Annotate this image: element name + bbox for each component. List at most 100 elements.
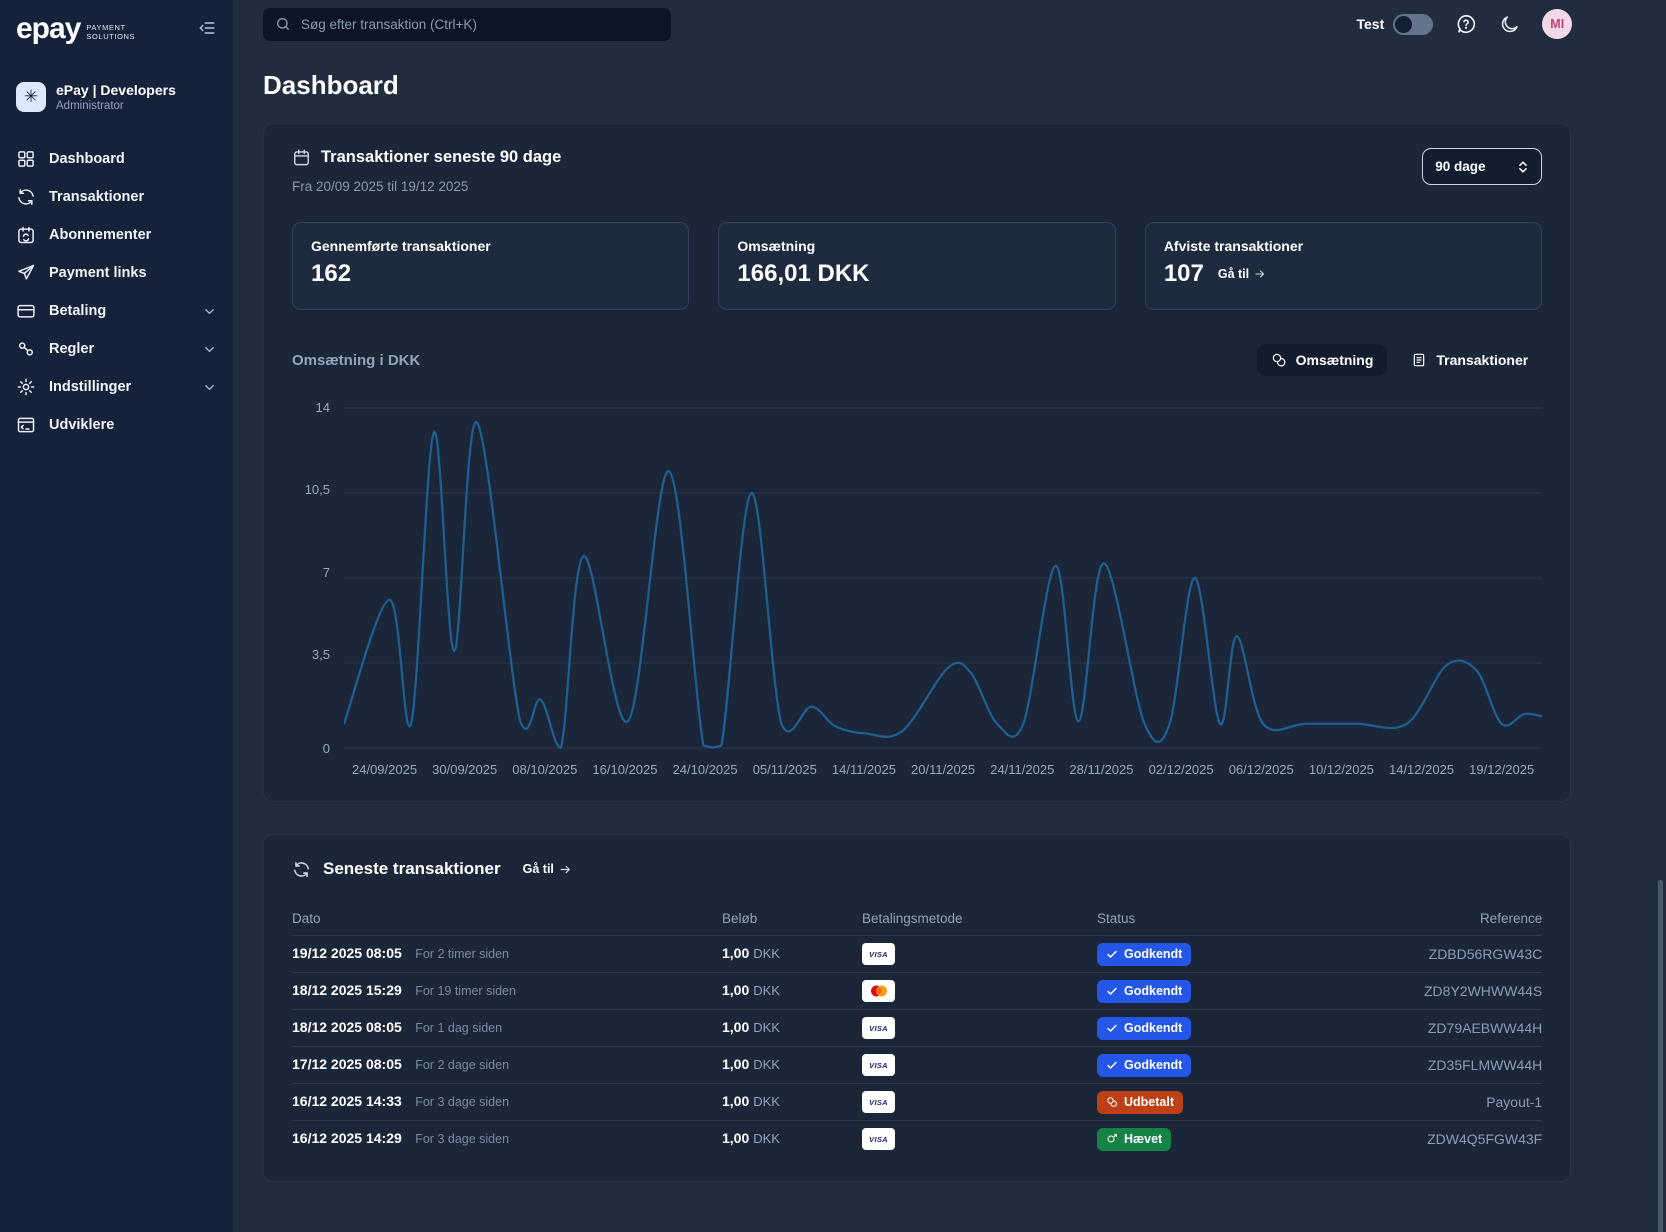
coins-icon — [1271, 352, 1287, 368]
column-header: Betalingsmetode — [862, 911, 1097, 926]
y-tick-label: 7 — [323, 565, 330, 580]
sidebar-item-regler[interactable]: Regler — [16, 330, 217, 368]
x-tick-label: 14/12/2025 — [1389, 762, 1454, 777]
chart-label: Omsætning i DKK — [292, 352, 420, 369]
stat-card-value: 107 — [1164, 260, 1204, 288]
page-title: Dashboard — [263, 70, 1571, 101]
table-row[interactable]: 17/12 2025 08:05 For 2 dage siden 1,00DK… — [292, 1046, 1542, 1083]
dark-mode-moon-icon[interactable] — [1499, 14, 1520, 35]
visa-icon: VISA — [862, 1017, 895, 1039]
tx-reference: ZD8Y2WHWW44S — [1424, 983, 1542, 999]
sidebar-item-label: Dashboard — [49, 151, 125, 167]
range-select[interactable]: 90 dage — [1422, 148, 1542, 185]
sidebar-item-label: Abonnementer — [49, 227, 151, 243]
goto-transactions-link[interactable]: Gå til — [523, 862, 572, 876]
x-tick-label: 24/09/2025 — [352, 762, 417, 777]
check-icon — [1106, 1022, 1118, 1034]
tx-reference: ZD79AEBWW44H — [1424, 1020, 1542, 1036]
tx-amount: 1,00 — [722, 945, 749, 961]
search-input[interactable]: Søg efter transaktion (Ctrl+K) — [263, 8, 671, 41]
sidebar-item-payment-links[interactable]: Payment links — [16, 254, 217, 292]
y-tick-label: 0 — [323, 741, 330, 756]
stat-cards: Gennemførte transaktioner 162 Omsætning … — [292, 222, 1542, 310]
revenue-chart: 1410,573,50 24/09/202530/09/202508/10/20… — [292, 406, 1542, 777]
test-mode-label: Test — [1356, 16, 1384, 32]
org-avatar-icon: ✳ — [16, 82, 46, 112]
recent-transactions-title: Seneste transaktioner — [323, 859, 501, 879]
status-badge: Godkendt — [1097, 1054, 1191, 1077]
chevron-down-icon — [202, 304, 217, 319]
tx-relative-time: For 2 dage siden — [415, 1058, 509, 1072]
sidebar-collapse-icon[interactable] — [197, 18, 217, 41]
status-badge: Godkendt — [1097, 1017, 1191, 1040]
org-switcher[interactable]: ✳ ePay | Developers Administrator — [16, 82, 217, 112]
main-area: Søg efter transaktion (Ctrl+K) Test MI D… — [233, 0, 1666, 1232]
goto-rejected-link[interactable]: Gå til — [1218, 267, 1266, 281]
sidebar-item-dashboard[interactable]: Dashboard — [16, 140, 217, 178]
sidebar-item-indstillinger[interactable]: Indstillinger — [16, 368, 217, 406]
arrow-right-icon — [559, 863, 572, 876]
developers-icon — [16, 415, 36, 435]
column-header: Dato — [292, 911, 722, 926]
search-placeholder: Søg efter transaktion (Ctrl+K) — [301, 17, 477, 32]
tx-currency: DKK — [753, 1094, 780, 1109]
tx-amount: 1,00 — [722, 1056, 749, 1072]
y-tick-label: 3,5 — [312, 647, 330, 662]
epay-logo: epay PAYMENT SOLUTIONS — [16, 14, 135, 44]
transactions-icon — [16, 187, 36, 207]
sidebar-item-betaling[interactable]: Betaling — [16, 292, 217, 330]
tx-amount: 1,00 — [722, 1130, 749, 1146]
x-tick-label: 10/12/2025 — [1309, 762, 1374, 777]
content: Dashboard Transaktioner seneste 90 dage … — [233, 48, 1666, 1182]
user-avatar[interactable]: MI — [1542, 9, 1572, 39]
status-badge: Godkendt — [1097, 980, 1191, 1003]
tx-reference: Payout-1 — [1424, 1094, 1542, 1110]
column-header: Reference — [1424, 911, 1542, 926]
status-badge: Hævet — [1097, 1128, 1171, 1151]
tx-amount: 1,00 — [722, 1019, 749, 1035]
chart-mode-toggle: Omsætning Transaktioner — [1257, 344, 1543, 376]
org-role: Administrator — [56, 100, 176, 112]
table-row[interactable]: 18/12 2025 15:29 For 19 timer siden 1,00… — [292, 972, 1542, 1009]
check-icon — [1106, 1059, 1118, 1071]
status-badge: Godkendt — [1097, 943, 1191, 966]
sidebar-item-transaktioner[interactable]: Transaktioner — [16, 178, 217, 216]
logo-tagline: PAYMENT SOLUTIONS — [86, 23, 135, 42]
tx-relative-time: For 19 timer siden — [415, 984, 516, 998]
stat-card-label: Afviste transaktioner — [1164, 238, 1523, 254]
table-row[interactable]: 16/12 2025 14:33 For 3 dage siden 1,00DK… — [292, 1083, 1542, 1120]
chart-toggle-omsætning[interactable]: Omsætning — [1257, 344, 1388, 376]
chart-toggle-transaktioner[interactable]: Transaktioner — [1397, 344, 1542, 376]
tx-date: 17/12 2025 08:05 — [292, 1056, 402, 1072]
test-mode-toggle[interactable] — [1393, 14, 1433, 35]
table-row[interactable]: 19/12 2025 08:05 For 2 timer siden 1,00D… — [292, 935, 1542, 972]
tx-relative-time: For 3 dage siden — [415, 1095, 509, 1109]
table-row[interactable]: 18/12 2025 08:05 For 1 dag siden 1,00DKK… — [292, 1009, 1542, 1046]
mastercard-icon — [862, 980, 895, 1002]
stat-card-label: Gennemførte transaktioner — [311, 238, 670, 254]
tx-reference: ZD35FLMWW44H — [1424, 1057, 1542, 1073]
topbar: Søg efter transaktion (Ctrl+K) Test MI — [233, 0, 1666, 48]
stat-card: Afviste transaktioner 107 Gå til — [1145, 222, 1542, 310]
payment-card-icon — [16, 301, 36, 321]
page-scrollbar[interactable] — [1658, 880, 1663, 1232]
dashboard-icon — [16, 149, 36, 169]
stat-card: Gennemførte transaktioner 162 — [292, 222, 689, 310]
x-tick-label: 30/09/2025 — [432, 762, 497, 777]
sidebar-item-abonnementer[interactable]: Abonnementer — [16, 216, 217, 254]
sidebar-item-udviklere[interactable]: Udviklere — [16, 406, 217, 444]
visa-icon: VISA — [862, 943, 895, 965]
x-tick-label: 16/10/2025 — [592, 762, 657, 777]
help-icon[interactable] — [1455, 13, 1477, 35]
table-row[interactable]: 16/12 2025 14:29 For 3 dage siden 1,00DK… — [292, 1120, 1542, 1157]
check-icon — [1106, 948, 1118, 960]
chevron-down-icon — [202, 342, 217, 357]
sidebar-item-label: Udviklere — [49, 417, 114, 433]
arrow-right-icon — [1254, 268, 1266, 280]
logo-wordmark: epay — [16, 14, 80, 44]
toggle-knob — [1395, 16, 1412, 33]
x-tick-label: 05/11/2025 — [753, 762, 817, 777]
chevron-down-icon — [202, 380, 217, 395]
visa-icon: VISA — [862, 1091, 895, 1113]
x-tick-label: 20/11/2025 — [911, 762, 975, 777]
